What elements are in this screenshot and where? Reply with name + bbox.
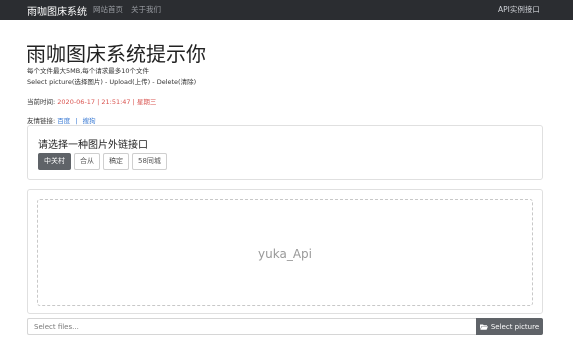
api-option-zhongguancun[interactable]: 中关村 — [38, 153, 71, 170]
time-label: 当前时间: — [27, 98, 56, 106]
select-picture-button[interactable]: Select picture — [476, 318, 543, 335]
select-picture-label: Select picture — [490, 322, 540, 331]
upload-panel: yuka_Api — [27, 189, 543, 314]
nav-link-home[interactable]: 网站首页 — [93, 4, 123, 15]
time-value: 2020-06-17 | 21:51:47 | 星期三 — [57, 98, 157, 106]
nav-link-about[interactable]: 关于我们 — [131, 4, 161, 15]
file-path-input[interactable] — [27, 318, 476, 335]
top-navbar: 雨咖图床系统 网站首页 关于我们 API实例接口 — [0, 0, 573, 20]
upload-dropzone[interactable]: yuka_Api — [37, 199, 533, 306]
api-option-58[interactable]: 58同城 — [132, 153, 167, 170]
dropzone-text: yuka_Api — [258, 247, 312, 261]
usage-steps-note: Select picture(选择图片) - Upload(上传) - Dele… — [27, 78, 197, 86]
friend-link-sogou[interactable]: 搜狗 — [83, 117, 96, 125]
upload-limit-note: 每个文件最大5MB,每个请求最多10个文件 — [27, 67, 150, 75]
api-option-group: 中关村 合从 稿定 58同城 — [38, 153, 167, 170]
friend-links: 友情链接: 百度 | 搜狗 — [27, 115, 96, 125]
current-time: 当前时间: 2020-06-17 | 21:51:47 | 星期三 — [27, 96, 156, 106]
page-title: 雨咖图床系统提示你 — [26, 42, 206, 66]
folder-open-icon — [479, 324, 488, 330]
api-select-panel: 请选择一种图片外链接口 中关村 合从 稿定 58同城 — [27, 125, 543, 180]
link-separator: | — [75, 117, 78, 125]
nav-link-api[interactable]: API实例接口 — [498, 4, 540, 15]
friend-link-baidu[interactable]: 百度 — [57, 117, 70, 125]
api-option-hecong[interactable]: 合从 — [74, 153, 100, 170]
api-option-gaoding[interactable]: 稿定 — [103, 153, 129, 170]
friend-links-label: 友情链接: — [27, 117, 56, 125]
api-select-title: 请选择一种图片外链接口 — [38, 140, 148, 151]
nav-brand[interactable]: 雨咖图床系统 — [27, 3, 87, 18]
